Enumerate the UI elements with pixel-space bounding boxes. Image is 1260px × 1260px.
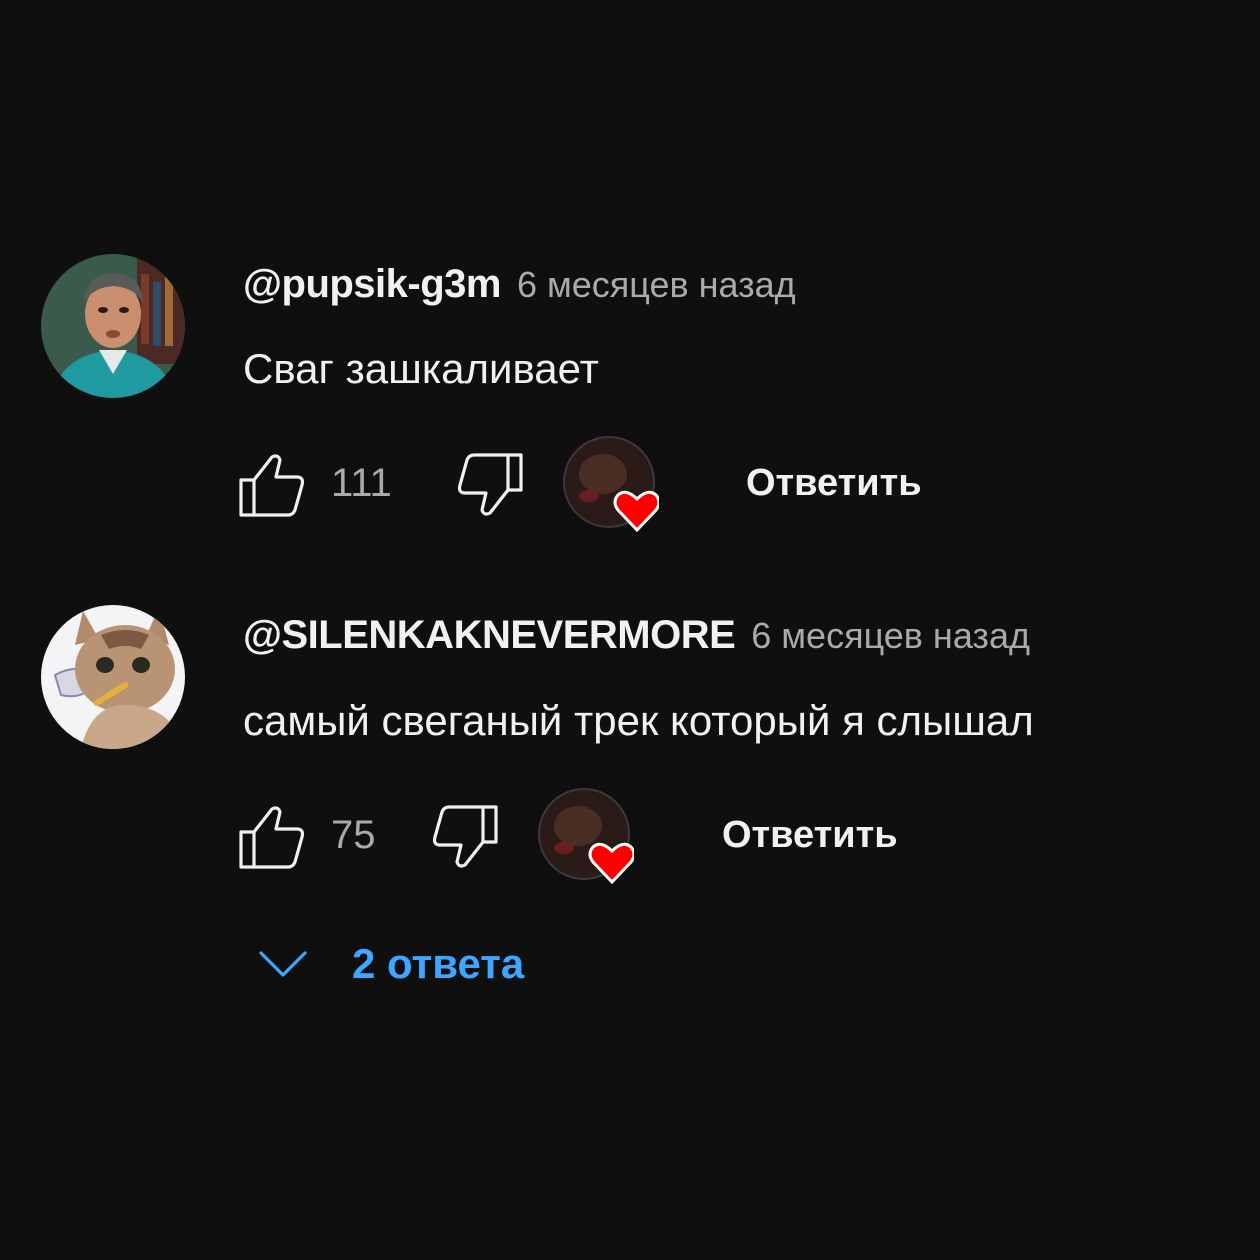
- thumbs-up-icon: [239, 806, 305, 869]
- comment-timestamp[interactable]: 6 месяцев назад: [517, 264, 796, 306]
- comment-text: Сваг зашкаливает: [243, 345, 599, 392]
- creator-heart-badge: [538, 788, 636, 885]
- chevron-down-icon: [259, 951, 307, 977]
- reply-button[interactable]: Ответить: [722, 814, 898, 857]
- author-name[interactable]: @pupsik-g3m: [243, 262, 501, 307]
- thumbs-down-icon: [432, 805, 498, 868]
- avatar[interactable]: [41, 605, 185, 749]
- replies-count-label: 2 ответа: [352, 940, 525, 987]
- dislike-button[interactable]: [456, 452, 524, 523]
- comment-header: @SILENKAKNEVERMORE 6 месяцев назад: [243, 613, 1030, 658]
- comment-text: самый свеганый трек который я слышал: [243, 697, 1034, 744]
- reply-button[interactable]: Ответить: [746, 462, 922, 505]
- like-button[interactable]: [238, 804, 306, 875]
- author-name[interactable]: @SILENKAKNEVERMORE: [243, 613, 736, 658]
- cat-avatar-icon: [41, 605, 185, 749]
- creator-heart-badge: [563, 436, 661, 533]
- creator-heart-icon: [563, 436, 661, 533]
- dislike-button[interactable]: [431, 804, 499, 875]
- creator-heart-icon: [538, 788, 636, 885]
- show-replies-button[interactable]: 2 ответа: [258, 934, 524, 994]
- like-count: 75: [331, 813, 376, 857]
- man-portrait-avatar-icon: [41, 254, 185, 398]
- avatar[interactable]: [41, 254, 185, 398]
- comment-timestamp[interactable]: 6 месяцев назад: [751, 615, 1030, 657]
- like-count: 111: [331, 461, 392, 505]
- thumbs-up-icon: [239, 454, 305, 517]
- thumbs-down-icon: [457, 453, 523, 516]
- like-button[interactable]: [238, 452, 306, 523]
- comment-header: @pupsik-g3m 6 месяцев назад: [243, 262, 796, 307]
